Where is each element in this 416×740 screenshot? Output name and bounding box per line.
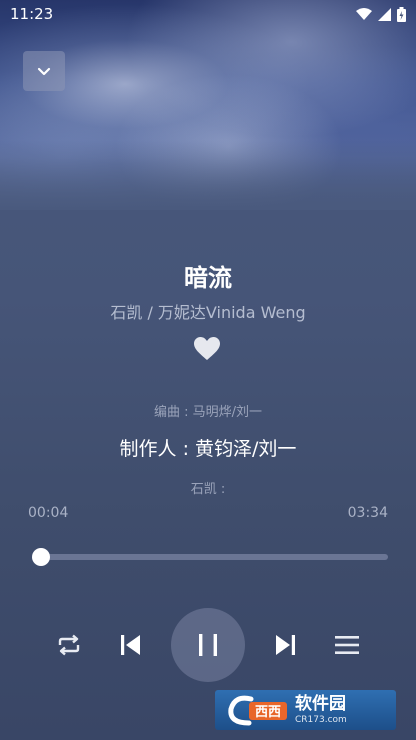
- repeat-button[interactable]: [52, 628, 86, 662]
- collapse-button[interactable]: [23, 51, 65, 91]
- album-art-background: [0, 0, 416, 210]
- wifi-icon: [356, 7, 372, 20]
- playlist-button[interactable]: [330, 628, 364, 662]
- logo-mark-icon: 西西: [228, 695, 287, 726]
- progress-thumb[interactable]: [32, 548, 51, 566]
- pause-icon: [199, 634, 217, 656]
- lyric-line-current: 制作人 : 黄钧泽/刘一: [119, 438, 297, 460]
- heart-icon[interactable]: [194, 337, 220, 361]
- total-duration: 03:34: [347, 505, 388, 521]
- previous-button[interactable]: [114, 628, 148, 662]
- watermark-text: 软件园: [295, 693, 346, 714]
- skip-previous-icon: [121, 635, 140, 655]
- skip-next-icon: [276, 635, 295, 655]
- battery-icon: [397, 6, 406, 22]
- lyric-line-next: 石凯 :: [190, 482, 226, 497]
- repeat-icon: [58, 634, 80, 656]
- watermark-logo: 西西 软件园 CR173.com: [215, 690, 396, 730]
- song-title: 暗流: [184, 264, 232, 292]
- playlist-icon: [335, 636, 359, 654]
- progress-bar[interactable]: [34, 554, 388, 560]
- elapsed-time: 00:04: [28, 505, 69, 521]
- status-bar: 11:23: [0, 0, 416, 28]
- pause-button[interactable]: [171, 608, 245, 682]
- song-artist[interactable]: 石凯 / 万妮达Vinida Weng: [0, 299, 416, 323]
- signal-icon: [378, 7, 391, 21]
- watermark-subtext: CR173.com: [295, 714, 347, 725]
- next-button[interactable]: [268, 628, 302, 662]
- status-time: 11:23: [10, 5, 54, 23]
- svg-text:西西: 西西: [255, 705, 281, 720]
- lyric-line-previous: 编曲 : 马明烨/刘一: [153, 405, 263, 420]
- status-icons: [356, 6, 406, 22]
- chevron-down-icon: [37, 67, 51, 75]
